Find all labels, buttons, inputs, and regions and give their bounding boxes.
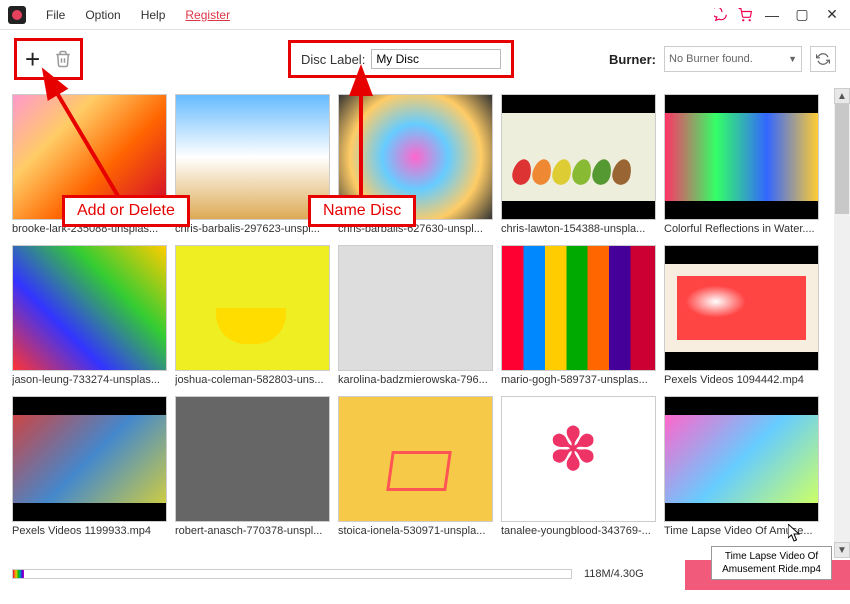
thumbnail-item[interactable]: joshua-coleman-582803-uns... [175,245,330,386]
scroll-up-button[interactable]: ▲ [834,88,850,104]
arrow-add-delete [48,82,138,207]
cursor-icon [788,524,802,547]
scroll-thumb[interactable] [835,104,849,214]
delete-button[interactable] [54,49,72,69]
thumbnail-label: jason-leung-733274-unsplas... [12,374,167,386]
refresh-button[interactable] [810,46,836,72]
thumbnail-item[interactable]: mario-gogh-589737-unsplas... [501,245,656,386]
thumbnail-label: Pexels Videos 1094442.mp4 [664,374,819,386]
close-button[interactable]: ✕ [822,6,842,23]
menu-option[interactable]: Option [75,8,130,22]
menu-help[interactable]: Help [131,8,176,22]
thumbnail-image [664,94,819,220]
thumbnail-label: Colorful Reflections in Water.... [664,223,819,235]
thumbnail-image [501,94,656,220]
app-icon [8,6,26,24]
thumbnail-item[interactable]: Pexels Videos 1199933.mp4 [12,396,167,537]
disc-label-group: Disc Label: [288,40,514,78]
thumbnail-image [175,396,330,522]
thumbnail-item[interactable]: robert-anasch-770378-unspl... [175,396,330,537]
thumbnail-image [501,245,656,371]
toolbar: + Disc Label: Burner: No Burner found. ▼ [0,30,850,88]
thumbnail-item[interactable]: chris-lawton-154388-unspla... [501,94,656,235]
thumbnail-label: chris-lawton-154388-unspla... [501,223,656,235]
burner-label: Burner: [609,52,656,67]
chevron-down-icon: ▼ [788,54,797,64]
tooltip-text: Time Lapse Video Of Amusement Ride.mp4 [722,551,821,575]
progress-fill [13,570,24,578]
menu-register[interactable]: Register [175,8,240,22]
thumbnail-label: Pexels Videos 1199933.mp4 [12,525,167,537]
thumbnail-item[interactable]: jason-leung-733274-unsplas... [12,245,167,386]
thumbnail-label: stoica-ionela-530971-unspla... [338,525,493,537]
thumbnail-image [12,245,167,371]
thumbnail-item[interactable]: Pexels Videos 1094442.mp4 [664,245,819,386]
disc-label-text: Disc Label: [301,52,365,67]
thumbnail-item[interactable]: stoica-ionela-530971-unspla... [338,396,493,537]
thumbnail-image [338,245,493,371]
thumbnail-image [175,245,330,371]
thumbnail-label: mario-gogh-589737-unsplas... [501,374,656,386]
thumbnail-image [664,245,819,371]
thumbnail-image [338,396,493,522]
annotation-name-disc: Name Disc [308,195,416,227]
capacity-progress [12,569,572,579]
scroll-down-button[interactable]: ▼ [834,542,850,558]
thumbnail-label: tanalee-youngblood-343769-... [501,525,656,537]
maximize-button[interactable]: ▢ [792,6,812,23]
vertical-scrollbar[interactable]: ▲ ▼ [834,88,850,558]
thumbnail-label: chris-barbalis-297623-unspl... [175,223,330,235]
thumbnail-image [664,396,819,522]
thumbnail-image [12,396,167,522]
thumbnail-label: joshua-coleman-582803-uns... [175,374,330,386]
thumbnail-label: robert-anasch-770378-unspl... [175,525,330,537]
burner-select[interactable]: No Burner found. ▼ [664,46,802,72]
tooltip: Time Lapse Video Of Amusement Ride.mp4 [711,546,832,580]
thumbnail-image [501,396,656,522]
menu-file[interactable]: File [36,8,75,22]
burner-value: No Burner found. [669,53,753,65]
feedback-icon[interactable] [714,8,728,22]
scroll-track[interactable] [834,104,850,542]
thumbnail-image [175,94,330,220]
thumbnail-item[interactable]: tanalee-youngblood-343769-... [501,396,656,537]
cart-icon[interactable] [738,8,752,22]
annotation-add-delete: Add or Delete [62,195,190,227]
titlebar: File Option Help Register — ▢ ✕ [0,0,850,30]
thumbnail-item[interactable]: Time Lapse Video Of Amuse... [664,396,819,537]
thumbnail-item[interactable]: Colorful Reflections in Water.... [664,94,819,235]
arrow-name-disc [346,82,376,207]
thumbnail-label: karolina-badzmierowska-796... [338,374,493,386]
thumbnail-item[interactable]: karolina-badzmierowska-796... [338,245,493,386]
size-text: 118M/4.30G [584,568,644,580]
add-button[interactable]: + [25,44,40,75]
minimize-button[interactable]: — [762,7,782,23]
add-delete-group: + [14,38,83,80]
thumbnail-item[interactable]: chris-barbalis-297623-unspl... [175,94,330,235]
disc-label-input[interactable] [371,49,501,69]
